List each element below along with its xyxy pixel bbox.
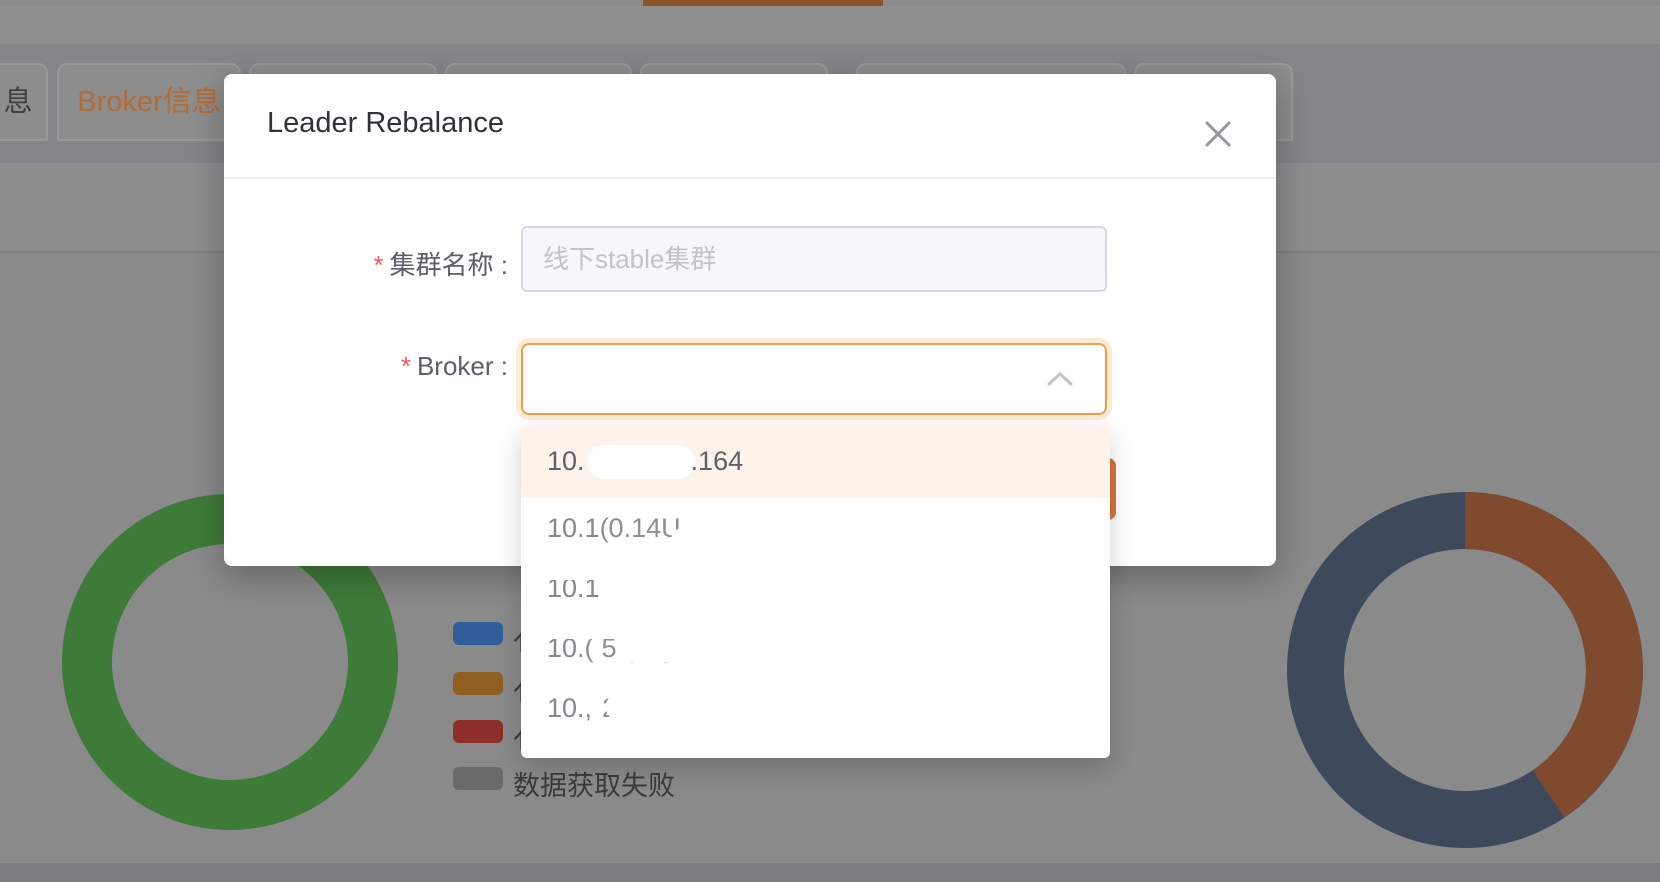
redaction-blob — [606, 694, 776, 720]
donut-chart-right-brown — [1465, 521, 1614, 794]
broker-option[interactable]: 10.14 — [521, 558, 1110, 618]
legend-swatch-blue — [453, 622, 503, 645]
broker-option[interactable]: 10.1(0.14U — [521, 498, 1110, 558]
required-asterisk: * — [373, 250, 383, 280]
broker-dropdown-panel: 10. .164 10.1(0.14U 10.14 10.(5(4) 10.,22… — [521, 425, 1110, 758]
redaction-blob — [587, 445, 695, 479]
cluster-name-input[interactable]: 线下stable集群 — [521, 226, 1107, 292]
legend-label-data-fetch-failed: 数据获取失败 — [513, 764, 675, 803]
redaction-blob — [641, 570, 821, 604]
broker-option[interactable]: 10.(5(4) — [521, 618, 1110, 678]
option-text-faded: (0.14U — [600, 513, 681, 544]
legend-swatch-brown — [453, 672, 503, 695]
dialog-header-divider — [224, 177, 1276, 179]
redaction-blob — [671, 528, 941, 554]
chevron-up-icon — [1047, 371, 1073, 392]
cluster-name-label: *集群名称 : — [268, 245, 508, 282]
dialog-title: Leader Rebalance — [267, 107, 504, 140]
redaction-blob — [616, 632, 776, 662]
redaction-blob — [641, 504, 701, 516]
option-text: 10.1 — [547, 513, 600, 544]
legend-swatch-red — [453, 720, 503, 743]
broker-option[interactable]: 10. .164 — [521, 425, 1110, 498]
broker-option[interactable]: 10.,221 — [521, 678, 1110, 738]
close-icon[interactable] — [1200, 116, 1236, 152]
option-text: .164 — [691, 446, 744, 477]
screen: 息 Broker信息 亻 亻 亻 数据获取失败 Leader Rebalance — [0, 0, 1660, 882]
required-asterisk: * — [401, 351, 411, 381]
broker-select[interactable] — [521, 343, 1107, 415]
legend-swatch-gray — [453, 767, 503, 790]
option-text: 10. — [547, 446, 585, 477]
broker-label: *Broker : — [268, 351, 508, 382]
